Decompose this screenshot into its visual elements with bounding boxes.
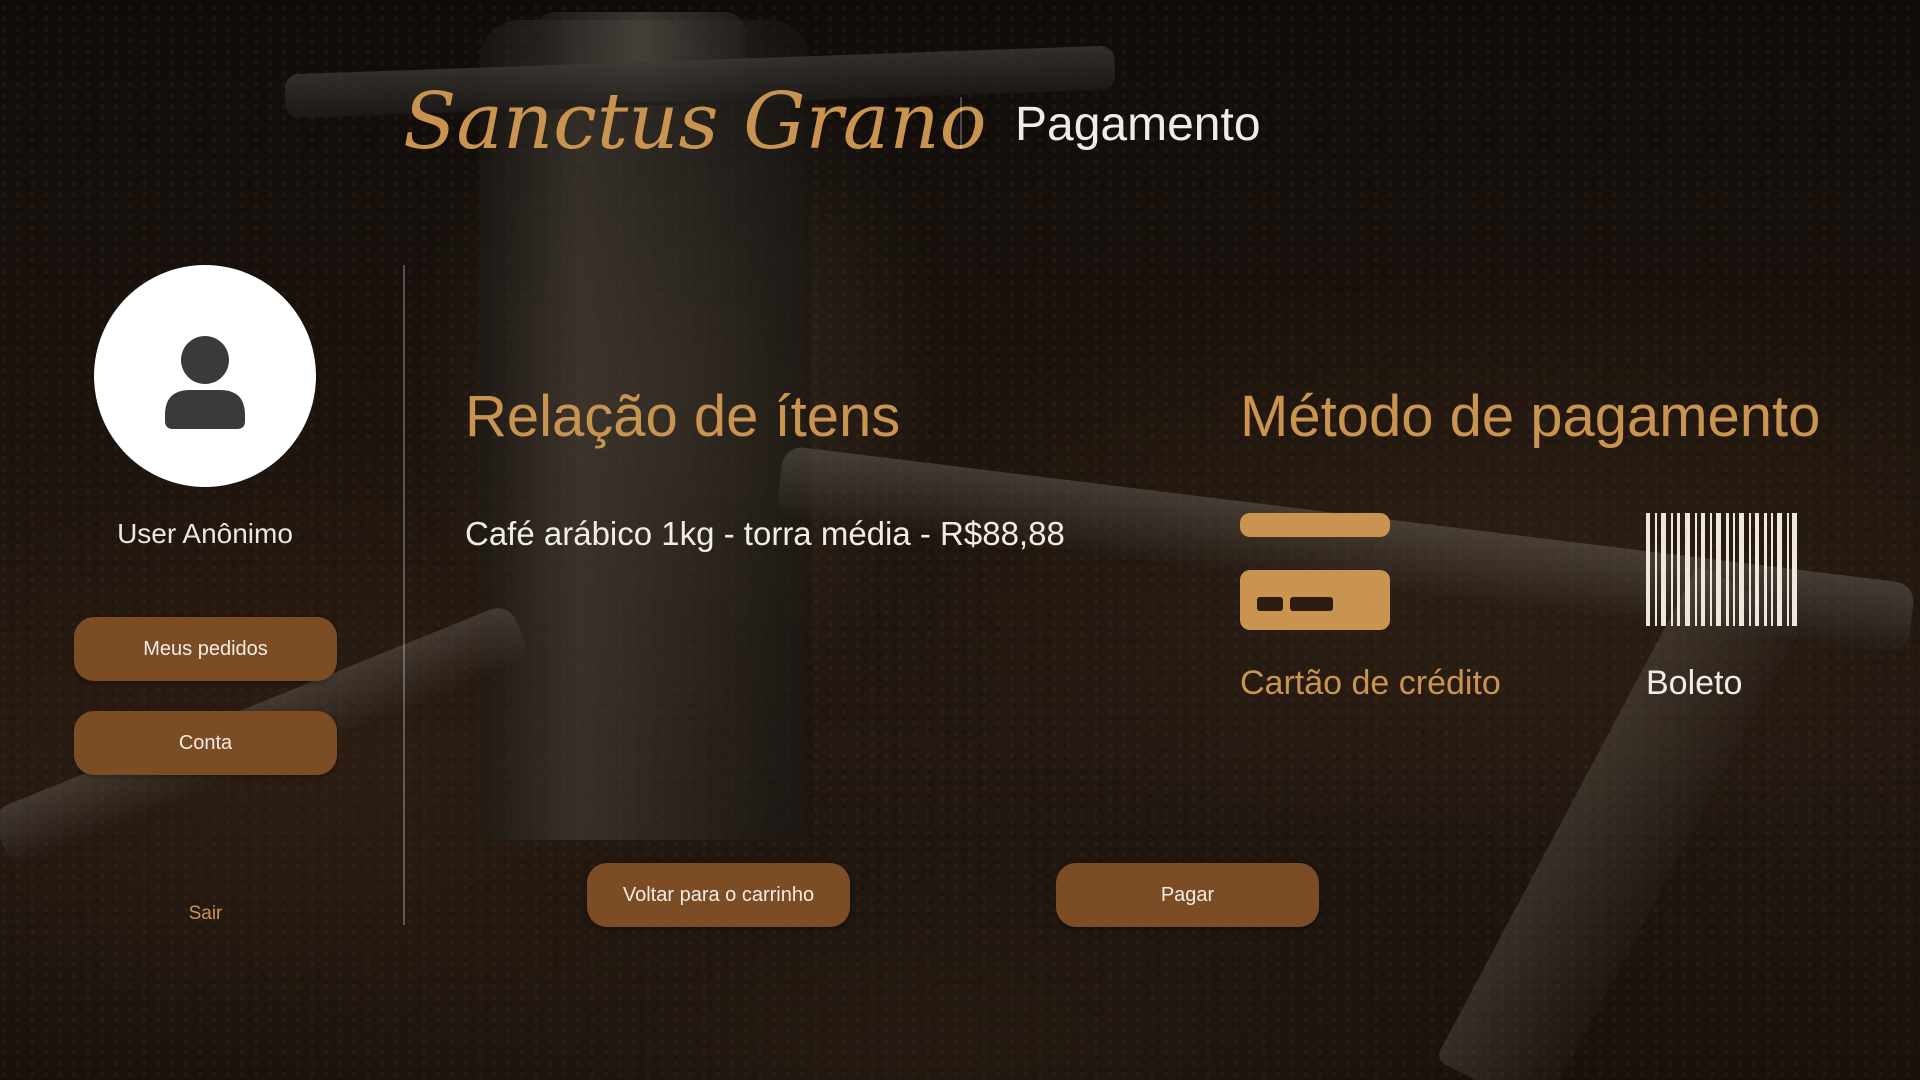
user-name: User Anônimo <box>117 518 293 549</box>
credit-card-option[interactable]: Cartão de crédito <box>1240 664 1501 703</box>
header-divider <box>960 97 962 149</box>
payment-method-title: Método de pagamento <box>1240 384 1821 449</box>
credit-card-icon[interactable] <box>1240 513 1390 630</box>
user-icon <box>165 336 245 429</box>
page-title: Pagamento <box>1015 98 1261 151</box>
pay-button[interactable]: Pagar <box>1056 863 1319 927</box>
my-orders-button[interactable]: Meus pedidos <box>74 617 337 681</box>
account-button[interactable]: Conta <box>74 711 337 775</box>
boleto-option[interactable]: Boleto <box>1646 664 1742 703</box>
sidebar-divider <box>403 265 405 925</box>
list-item: Café arábico 1kg - torra média - R$88,88 <box>465 515 1065 552</box>
barcode-icon[interactable] <box>1646 513 1797 626</box>
logout-link[interactable]: Sair <box>74 903 337 925</box>
back-to-cart-button[interactable]: Voltar para o carrinho <box>587 863 850 927</box>
avatar[interactable] <box>94 265 316 487</box>
items-title: Relação de ítens <box>465 384 901 449</box>
brand-logo[interactable]: Sanctus Grano <box>403 72 987 172</box>
